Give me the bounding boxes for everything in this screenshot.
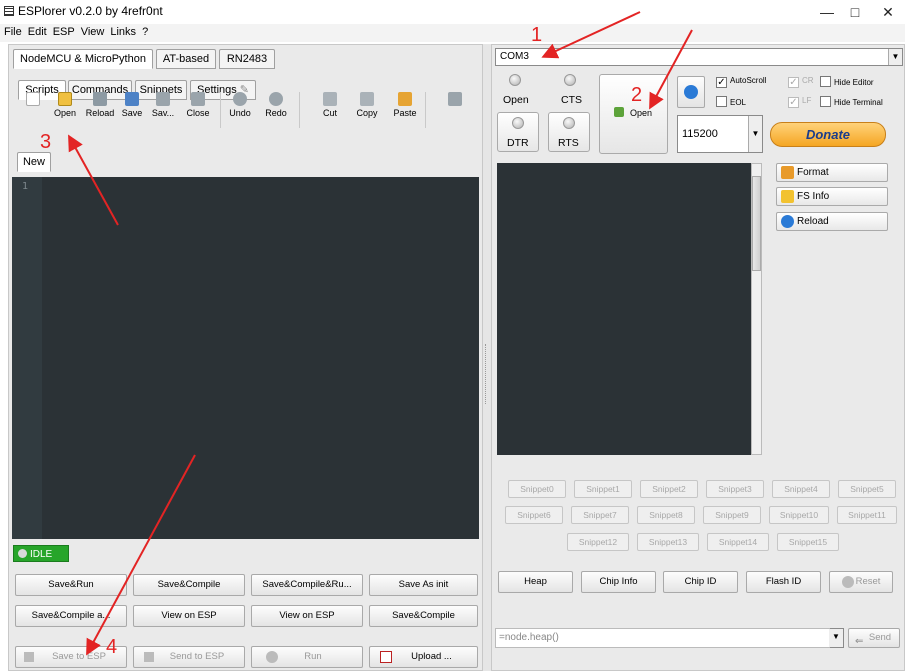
annotation-arrow-2	[649, 29, 693, 110]
annotation-number-1: 1	[531, 24, 543, 46]
annotation-arrows	[68, 11, 693, 656]
annotation-number-4: 4	[106, 636, 118, 658]
annotation-number-2: 2	[631, 84, 643, 106]
annotation-arrow-1	[541, 11, 641, 59]
annotation-arrow-4	[86, 454, 196, 656]
annotation-number-3: 3	[40, 131, 52, 153]
annotation-arrow-3	[68, 134, 119, 226]
